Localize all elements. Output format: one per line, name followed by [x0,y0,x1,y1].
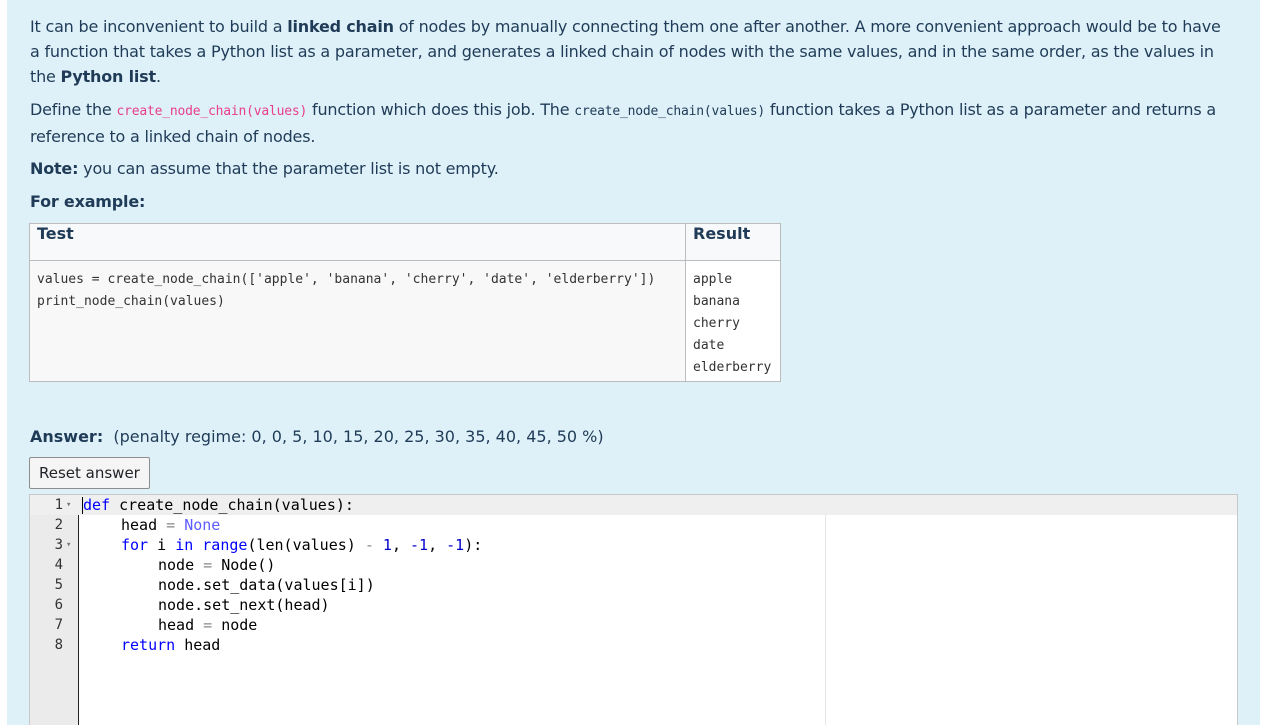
line-number: 5 [54,577,63,593]
code-text: i [148,536,176,554]
examples-table: Test Result values = create_node_chain([… [29,223,781,382]
test-line: print_node_chain(values) [37,294,225,309]
code-line-6[interactable]: 6 node.set_next(head) [30,595,1237,615]
define-paragraph: Define the create_node_chain(values) fun… [30,97,1230,149]
code-text: ): [464,536,483,554]
code-line-8[interactable]: 8 return head [30,635,1237,655]
code-text: node [212,616,258,634]
code-line-7[interactable]: 7 head = node [30,615,1237,635]
result-line: cherry [693,316,740,331]
result-line: apple [693,272,733,287]
number: -1 [446,536,465,554]
function-signature: create_node_chain(values): [110,496,354,514]
note-label: Note: [30,159,79,178]
result-line: banana [693,294,740,309]
header-result: Result [685,223,781,261]
intro-paragraph: It can be inconvenient to build a linked… [30,14,1230,89]
for-example-heading: For example: [30,192,146,211]
constant-none: None [184,516,221,534]
keyword-for: for [121,536,149,554]
header-test: Test [29,223,686,261]
operator: = [203,616,213,634]
number: -1 [410,536,429,554]
answer-label: Answer: [30,427,104,446]
code-line-3[interactable]: 3 ▾ for i in range(len(values) - 1, -1, … [30,535,1237,555]
fold-arrow-icon[interactable]: ▾ [66,495,71,515]
result-cell: apple banana cherry date elderberry [685,260,781,382]
note-paragraph: Note: you can assume that the parameter … [30,156,1230,181]
code-text: , [428,536,447,554]
intro-text-3: . [155,67,161,86]
penalty-regime: (penalty regime: 0, 0, 5, 10, 15, 20, 25… [113,427,604,446]
builtin-range: range [202,536,248,554]
examples-header-row: Test Result [29,223,781,261]
code-text: head [175,636,221,654]
line-number: 2 [54,517,63,533]
code-line-2[interactable]: 2 head = None [30,515,1237,535]
define-text-2: function which does this job. The [307,100,575,119]
examples-row: values = create_node_chain(['apple', 'ba… [29,260,781,382]
line-number: 3 [54,537,63,553]
define-code-1: create_node_chain(values) [116,104,308,119]
operator: = [203,556,213,574]
line-number: 4 [54,557,63,573]
test-cell: values = create_node_chain(['apple', 'ba… [29,260,686,382]
keyword-def: def [83,496,111,514]
code-text: node [158,556,204,574]
line-number: 6 [54,597,63,613]
line-number: 1 [54,497,63,513]
intro-text-1: It can be inconvenient to build a [30,17,288,36]
code-text: node.set_data(values[i]) [158,576,375,594]
code-editor[interactable]: 1 ▾ def create_node_chain(values): 2 hea… [29,494,1238,725]
define-text-1: Define the [30,100,117,119]
code-line-1[interactable]: 1 ▾ def create_node_chain(values): [30,495,1237,515]
code-text: Node() [212,556,276,574]
reset-answer-button[interactable]: Reset answer [29,457,150,489]
keyword-return: return [121,636,176,654]
code-text: head [121,516,167,534]
define-code-2: create_node_chain(values) [574,104,765,119]
keyword-in: in [175,536,194,554]
operator: - [364,536,374,554]
result-line: date [693,338,725,353]
test-line: values = create_node_chain(['apple', 'ba… [37,272,656,287]
code-text: , [391,536,410,554]
code-line-5[interactable]: 5 node.set_data(values[i]) [30,575,1237,595]
code-text: (len(values) [247,536,365,554]
fold-arrow-icon[interactable]: ▾ [66,535,71,555]
code-text: node.set_next(head) [158,596,330,614]
answer-line: Answer: (penalty regime: 0, 0, 5, 10, 15… [30,427,604,446]
question-panel: It can be inconvenient to build a linked… [7,0,1260,725]
intro-bold-python-list: Python list [60,67,157,86]
code-text: head [158,616,204,634]
line-number: 7 [54,617,63,633]
note-text: you can assume that the parameter list i… [78,159,499,178]
operator: = [166,516,176,534]
result-line: elderberry [693,360,772,375]
line-number: 8 [54,637,63,653]
number: 1 [382,536,392,554]
intro-bold-linked-chain: linked chain [287,17,394,36]
code-line-4[interactable]: 4 node = Node() [30,555,1237,575]
